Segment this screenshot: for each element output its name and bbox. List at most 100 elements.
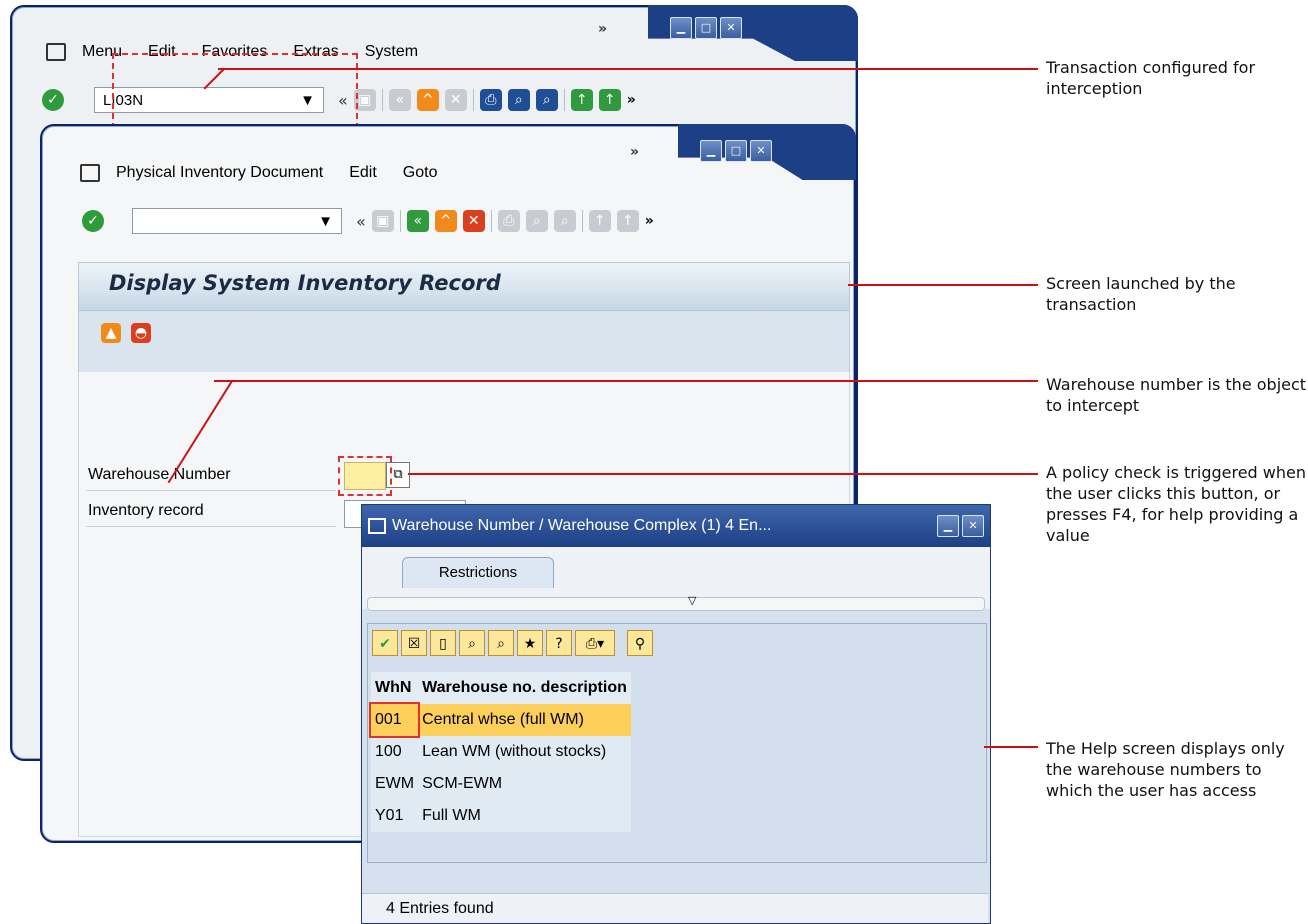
menu-item-goto[interactable]: Goto bbox=[403, 164, 438, 182]
results-table: WhN Warehouse no. description 001 Centra… bbox=[368, 672, 631, 832]
enter-icon[interactable]: ✓ bbox=[42, 89, 64, 111]
menu-item-physical-inventory-document[interactable]: Physical Inventory Document bbox=[116, 164, 323, 182]
title-panel: Display System Inventory Record ▲ ◓ bbox=[78, 262, 850, 374]
menu-icon[interactable] bbox=[80, 164, 100, 182]
exit-icon[interactable]: ^ bbox=[416, 89, 439, 111]
save-icon[interactable]: ▣ bbox=[371, 210, 394, 232]
separator bbox=[399, 210, 401, 232]
page-title: Display System Inventory Record bbox=[79, 263, 849, 311]
table-row[interactable]: 100 Lean WM (without stocks) bbox=[371, 736, 631, 768]
callout-line-4 bbox=[408, 473, 1038, 475]
standard-toolbar: ✓ ▼ « ▣ « ^ ✕ ⎙ ⌕ ⌕ ↑ ↑ » bbox=[82, 208, 654, 234]
table-row[interactable]: Y01 Full WM bbox=[371, 800, 631, 832]
toolbar-more-chevron-icon[interactable]: » bbox=[627, 92, 636, 108]
callout-text-2: Screen launched by the transaction bbox=[1046, 274, 1236, 314]
minimize-icon[interactable]: ▁ bbox=[670, 17, 692, 39]
dropdown-icon[interactable]: ▼ bbox=[318, 213, 333, 230]
find-next-icon[interactable]: ⌕ bbox=[553, 210, 576, 232]
callout-line-1 bbox=[218, 68, 1038, 70]
window-controls: ▁ □ ✕ bbox=[670, 17, 742, 39]
separator bbox=[563, 89, 565, 111]
status-text: 4 Entries found bbox=[386, 900, 494, 917]
collapse-icon[interactable]: « bbox=[356, 212, 366, 231]
menu-icon[interactable] bbox=[46, 43, 66, 61]
command-highlight bbox=[112, 53, 358, 129]
value-help-popup: Warehouse Number / Warehouse Complex (1)… bbox=[361, 504, 991, 924]
print-icon[interactable]: ⎙ bbox=[479, 89, 502, 111]
find-next-icon[interactable]: ⌕ bbox=[488, 630, 514, 656]
cell-desc[interactable]: Lean WM (without stocks) bbox=[418, 736, 631, 768]
cell-code[interactable]: Y01 bbox=[371, 800, 419, 832]
callout-text-3: Warehouse number is the object to interc… bbox=[1046, 375, 1307, 415]
menu-item-edit[interactable]: Edit bbox=[349, 164, 377, 182]
pin-icon[interactable]: ⚲ bbox=[627, 630, 653, 656]
cell-code[interactable]: EWM bbox=[371, 768, 419, 800]
tab-strip: Restrictions ▽ bbox=[362, 547, 990, 611]
maximize-icon[interactable]: □ bbox=[695, 17, 717, 39]
back-icon[interactable]: « bbox=[406, 210, 429, 232]
close-icon[interactable]: ✕ bbox=[720, 17, 742, 39]
maximize-icon[interactable]: □ bbox=[725, 140, 747, 162]
previous-page-icon[interactable]: ↑ bbox=[616, 210, 639, 232]
close-icon[interactable]: ✕ bbox=[750, 140, 772, 162]
popup-toolbar: ✔ ☒ ▯ ⌕ ⌕ ★ ? ⎙▾ ⚲ bbox=[372, 630, 653, 656]
collapse-bar[interactable]: ▽ bbox=[367, 594, 985, 611]
back-icon[interactable]: « bbox=[388, 89, 411, 111]
cancel-icon[interactable]: ✕ bbox=[462, 210, 485, 232]
cell-code[interactable]: 001 bbox=[368, 702, 421, 738]
popup-title-bar: Warehouse Number / Warehouse Complex (1)… bbox=[362, 505, 990, 547]
table-header: WhN Warehouse no. description bbox=[371, 672, 631, 704]
input-highlight bbox=[338, 456, 392, 496]
callout-line-3 bbox=[214, 380, 1038, 382]
cell-desc[interactable]: Full WM bbox=[418, 800, 631, 832]
cell-desc[interactable]: Central whse (full WM) bbox=[418, 704, 631, 736]
toolbar-more-chevron-icon[interactable]: » bbox=[645, 213, 654, 229]
first-page-icon[interactable]: ↑ bbox=[570, 89, 593, 111]
collapse-triangle-icon[interactable]: ▽ bbox=[688, 594, 696, 607]
previous-page-icon[interactable]: ↑ bbox=[598, 89, 621, 111]
find-icon[interactable]: ⌕ bbox=[459, 630, 485, 656]
menu-item-system[interactable]: System bbox=[365, 43, 418, 61]
command-field[interactable]: ▼ bbox=[132, 208, 342, 234]
first-page-icon[interactable]: ↑ bbox=[588, 210, 611, 232]
print-icon[interactable]: ⎙ bbox=[497, 210, 520, 232]
exit-icon[interactable]: ^ bbox=[434, 210, 457, 232]
column-header-whn[interactable]: WhN bbox=[371, 672, 419, 704]
field-underline bbox=[86, 526, 336, 527]
minimize-icon[interactable]: ▁ bbox=[937, 515, 959, 537]
column-header-description[interactable]: Warehouse no. description bbox=[418, 672, 631, 704]
info-icon[interactable]: ? bbox=[546, 630, 572, 656]
separator bbox=[490, 210, 492, 232]
more-menu-chevron-icon[interactable]: » bbox=[630, 144, 639, 160]
tab-restrictions[interactable]: Restrictions bbox=[402, 557, 554, 588]
print-dropdown-icon[interactable]: ⎙▾ bbox=[575, 630, 615, 656]
close-icon[interactable]: ✕ bbox=[962, 515, 984, 537]
enter-icon[interactable]: ✓ bbox=[82, 210, 104, 232]
minimize-icon[interactable]: ▁ bbox=[700, 140, 722, 162]
find-next-icon[interactable]: ⌕ bbox=[535, 89, 558, 111]
separator bbox=[581, 210, 583, 232]
popup-title: Warehouse Number / Warehouse Complex (1)… bbox=[392, 517, 772, 534]
cell-desc[interactable]: SCM-EWM bbox=[418, 768, 631, 800]
warehouse-number-label: Warehouse Number bbox=[88, 466, 231, 483]
find-icon[interactable]: ⌕ bbox=[525, 210, 548, 232]
cancel-icon[interactable]: ✕ bbox=[444, 89, 467, 111]
more-menu-chevron-icon[interactable]: » bbox=[598, 21, 607, 37]
check-icon[interactable]: ✔ bbox=[372, 630, 398, 656]
inventory-record-label: Inventory record bbox=[88, 502, 204, 519]
favorites-add-icon[interactable]: ★ bbox=[517, 630, 543, 656]
status-bar: 4 Entries found bbox=[362, 893, 988, 923]
separator bbox=[472, 89, 474, 111]
new-document-icon[interactable]: ▯ bbox=[430, 630, 456, 656]
menu-icon[interactable] bbox=[368, 518, 386, 534]
table-row[interactable]: 001 Central whse (full WM) bbox=[368, 702, 631, 738]
cancel-icon[interactable]: ☒ bbox=[401, 630, 427, 656]
cell-code[interactable]: 100 bbox=[371, 736, 419, 768]
mountain-icon[interactable]: ▲ bbox=[101, 323, 121, 343]
field-underline bbox=[86, 490, 336, 491]
hat-icon[interactable]: ◓ bbox=[131, 323, 151, 343]
table-row[interactable]: EWM SCM-EWM bbox=[371, 768, 631, 800]
window-controls: ▁ □ ✕ bbox=[700, 140, 772, 162]
find-icon[interactable]: ⌕ bbox=[507, 89, 530, 111]
callout-text-1: Transaction configured for interception bbox=[1046, 58, 1256, 98]
